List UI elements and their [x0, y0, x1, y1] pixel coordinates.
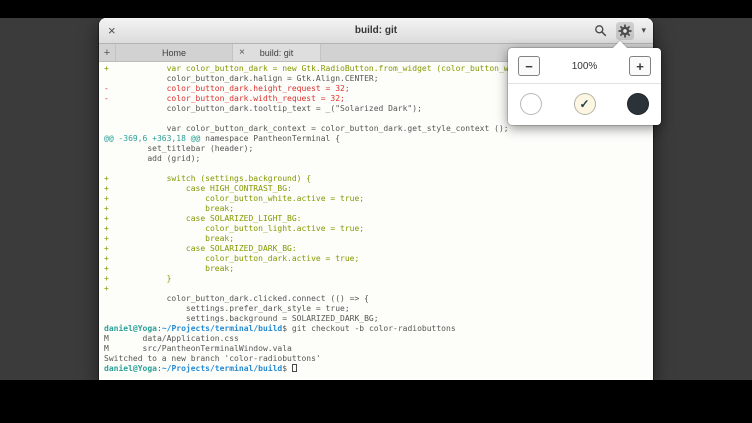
terminal-line: [104, 164, 653, 174]
zoom-level: 100%: [572, 61, 598, 72]
tab-build-git[interactable]: × build: git: [233, 44, 321, 61]
terminal-line: add (grid);: [104, 154, 653, 164]
terminal-line: + break;: [104, 234, 653, 244]
gear-icon: [618, 24, 632, 38]
terminal-line: settings.background = SOLARIZED_DARK_BG;: [104, 314, 653, 324]
terminal-cursor: [292, 364, 297, 372]
zoom-out-icon: −: [525, 60, 533, 73]
search-icon: [594, 24, 607, 37]
zoom-controls: − 100% +: [518, 56, 651, 76]
header-icons: ▾: [592, 22, 646, 40]
terminal-line: @@ -369,6 +363,18 @@ namespace PantheonT…: [104, 134, 653, 144]
zoom-in-icon: +: [636, 60, 644, 73]
check-icon: ✓: [579, 98, 589, 110]
tab-build-git-label: build: git: [260, 48, 294, 58]
terminal-line: + switch (settings.background) {: [104, 174, 653, 184]
tab-close-icon[interactable]: ×: [239, 44, 245, 61]
terminal-line: + break;: [104, 204, 653, 214]
terminal-line: daniel@Yoga:~/Projects/terminal/build$ g…: [104, 324, 653, 334]
theme-circle-solarized-light[interactable]: ✓: [574, 93, 596, 115]
terminal-line: + color_button_white.active = true;: [104, 194, 653, 204]
terminal-line: Switched to a new branch 'color-radiobut…: [104, 354, 653, 364]
terminal-line: + case HIGH_CONTRAST_BG:: [104, 184, 653, 194]
terminal-line: + case SOLARIZED_LIGHT_BG:: [104, 214, 653, 224]
desktop-background: × build: git: [0, 18, 752, 380]
settings-popover: − 100% + ✓: [508, 48, 661, 125]
tab-home[interactable]: Home: [116, 44, 233, 61]
terminal-line: daniel@Yoga:~/Projects/terminal/build$: [104, 364, 653, 374]
terminal-line: + color_button_dark.active = true;: [104, 254, 653, 264]
window-close-icon[interactable]: ×: [108, 24, 116, 37]
terminal-line: + color_button_light.active = true;: [104, 224, 653, 234]
theme-circle-solarized-dark[interactable]: [627, 93, 649, 115]
settings-button[interactable]: [616, 22, 634, 40]
terminal-line: var color_button_dark_context = color_bu…: [104, 124, 653, 134]
tab-home-label: Home: [162, 48, 186, 58]
terminal-line: M src/PantheonTerminalWindow.vala: [104, 344, 653, 354]
new-tab-button[interactable]: +: [99, 44, 116, 61]
terminal-line: + case SOLARIZED_DARK_BG:: [104, 244, 653, 254]
search-button[interactable]: [592, 22, 609, 39]
popover-separator: [508, 83, 661, 84]
theme-selector: ✓: [518, 91, 651, 115]
terminal-line: +: [104, 284, 653, 294]
terminal-line: M data/Application.css: [104, 334, 653, 344]
terminal-line: set_titlebar (header);: [104, 144, 653, 154]
terminal-line: + break;: [104, 264, 653, 274]
terminal-line: color_button_dark.clicked.connect (() =>…: [104, 294, 653, 304]
terminal-line: settings.prefer_dark_style = true;: [104, 304, 653, 314]
chevron-down-icon[interactable]: ▾: [641, 25, 646, 36]
zoom-out-button[interactable]: −: [518, 56, 540, 76]
theme-circle-high-contrast[interactable]: [520, 93, 542, 115]
window-title: build: git: [99, 25, 653, 36]
header-bar: × build: git: [99, 18, 653, 44]
zoom-in-button[interactable]: +: [629, 56, 651, 76]
terminal-line: + }: [104, 274, 653, 284]
